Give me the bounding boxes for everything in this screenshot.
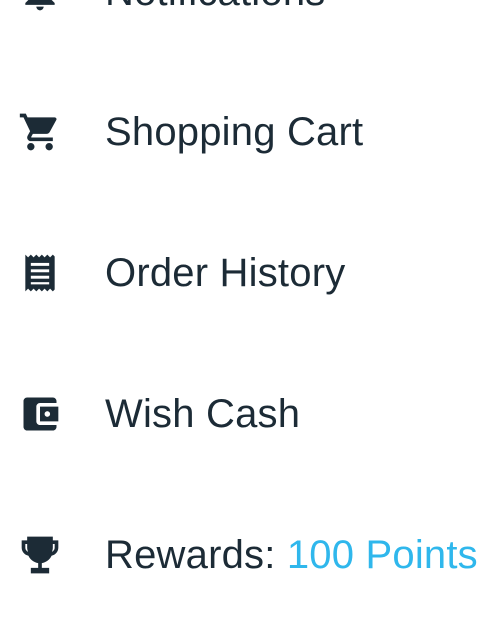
shopping-cart-icon	[18, 110, 62, 154]
receipt-icon	[18, 251, 62, 295]
menu-item-label: Shopping Cart	[105, 110, 364, 154]
menu-item-rewards[interactable]: Rewards: 100 Points	[0, 505, 501, 605]
menu-item-label: Rewards: 100 Points	[105, 531, 478, 579]
menu-item-shopping-cart[interactable]: Shopping Cart	[0, 82, 501, 182]
bell-icon	[18, 0, 62, 14]
menu-item-label: Notifications	[105, 0, 325, 16]
side-menu: Notifications Shopping Cart Order Histor…	[0, 0, 501, 637]
rewards-points-value: 100 Points	[286, 533, 478, 577]
menu-item-label: Wish Cash	[105, 392, 301, 436]
menu-item-wish-cash[interactable]: Wish Cash	[0, 364, 501, 464]
wallet-icon	[18, 392, 62, 436]
trophy-icon	[18, 533, 62, 577]
menu-item-order-history[interactable]: Order History	[0, 223, 501, 323]
menu-item-notifications[interactable]: Notifications	[0, 0, 501, 42]
menu-item-label: Order History	[105, 251, 346, 295]
rewards-label: Rewards:	[105, 533, 287, 577]
